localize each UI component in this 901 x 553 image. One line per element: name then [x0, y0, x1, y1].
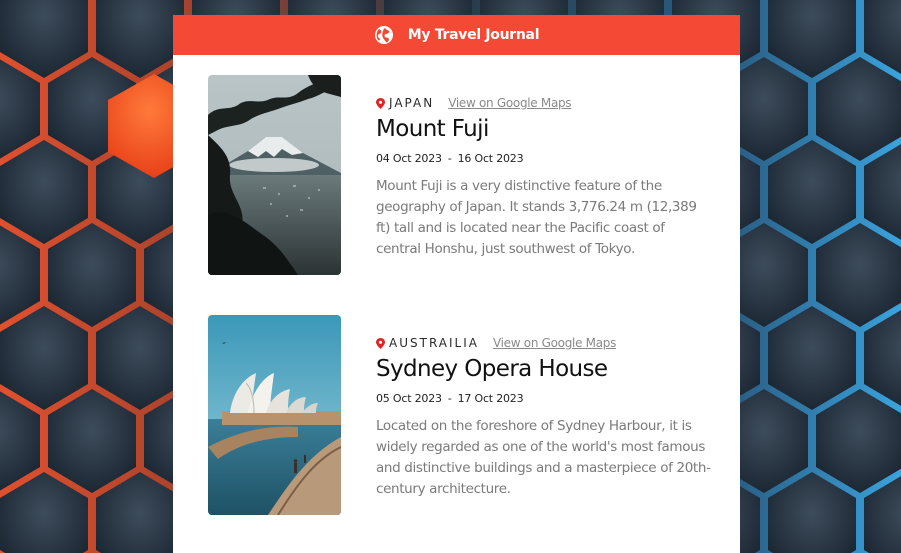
entry-info: AUSTRAILIA View on Google Maps Sydney Op…	[376, 335, 716, 500]
place-title: Mount Fuji	[376, 116, 489, 142]
end-date: 17 Oct 2023	[457, 392, 524, 405]
country-label: AUSTRAILIA	[389, 336, 479, 350]
start-date: 04 Oct 2023	[376, 152, 442, 165]
journal-entry: JAPAN View on Google Maps Mount Fuji 04 …	[208, 75, 718, 275]
globe-icon	[374, 26, 393, 44]
journal-panel: My Travel Journal JAPAN View on Google M…	[173, 15, 740, 553]
location-row: AUSTRAILIA View on Google Maps	[376, 335, 716, 351]
sydney-opera-house-photo	[208, 315, 341, 515]
journal-entry: AUSTRAILIA View on Google Maps Sydney Op…	[208, 315, 718, 515]
date-separator: -	[447, 152, 452, 165]
location-pin-icon	[376, 337, 385, 349]
end-date: 16 Oct 2023	[457, 152, 524, 165]
date-separator: -	[447, 392, 452, 405]
trip-dates: 04 Oct 2023-16 Oct 2023	[376, 152, 716, 165]
location-row: JAPAN View on Google Maps	[376, 95, 716, 111]
app-header: My Travel Journal	[173, 15, 740, 55]
app-title: My Travel Journal	[407, 27, 540, 43]
place-description: Located on the foreshore of Sydney Harbo…	[376, 418, 711, 497]
google-maps-link[interactable]: View on Google Maps	[493, 336, 616, 350]
entry-info: JAPAN View on Google Maps Mount Fuji 04 …	[376, 95, 716, 260]
google-maps-link[interactable]: View on Google Maps	[448, 96, 571, 110]
mount-fuji-photo	[208, 75, 341, 275]
trip-dates: 05 Oct 2023-17 Oct 2023	[376, 392, 716, 405]
country-label: JAPAN	[389, 96, 435, 110]
location-pin-icon	[376, 97, 385, 109]
place-description: Mount Fuji is a very distinctive feature…	[376, 178, 697, 257]
start-date: 05 Oct 2023	[376, 392, 442, 405]
place-title: Sydney Opera House	[376, 356, 608, 382]
